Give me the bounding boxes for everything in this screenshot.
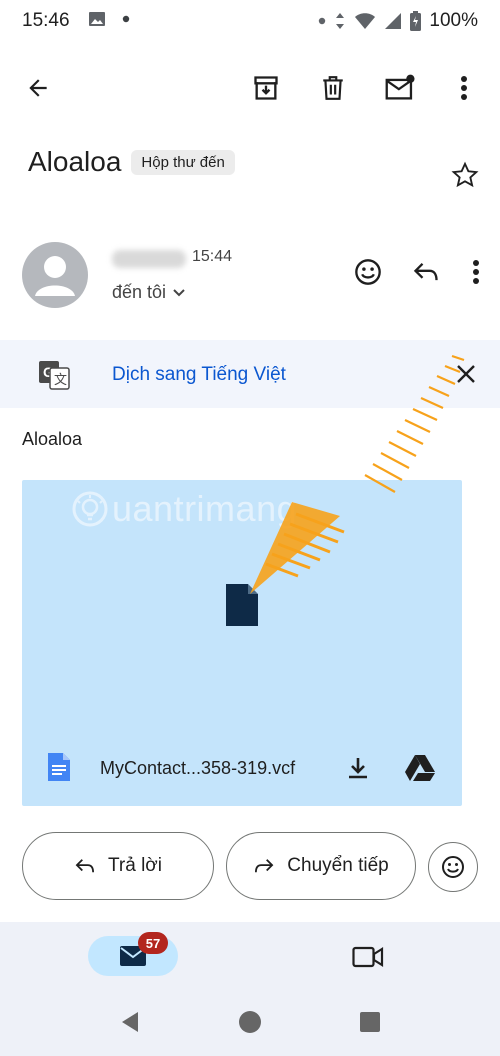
translate-close-button[interactable] [448, 356, 484, 392]
sender-more-button[interactable] [466, 254, 486, 290]
more-vert-icon [473, 260, 479, 284]
unread-count-badge: 57 [138, 932, 168, 954]
data-transfer-icon [336, 13, 345, 29]
translate-icon: G文 [39, 361, 70, 390]
system-back-icon[interactable] [118, 1010, 142, 1034]
mark-unread-button[interactable] [380, 68, 420, 108]
add-reaction-button[interactable] [350, 254, 386, 290]
recipient-text: đến tôi [112, 282, 167, 302]
sender-name-redacted [112, 250, 186, 268]
watermark-text: uantrimang [112, 488, 298, 529]
back-button[interactable] [18, 68, 58, 108]
document-file-icon [48, 753, 70, 781]
more-options-button[interactable] [444, 68, 484, 108]
svg-text:文: 文 [54, 372, 67, 387]
emoji-icon [355, 259, 381, 285]
email-toolbar [0, 60, 500, 116]
delete-icon [323, 76, 343, 100]
reply-icon-button[interactable] [408, 254, 444, 290]
forward-button[interactable]: Chuyển tiếp [226, 832, 416, 900]
recipient-details-toggle[interactable]: đến tôi [112, 282, 186, 303]
reply-button[interactable]: Trả lời [22, 832, 214, 900]
close-icon [457, 365, 475, 383]
delete-button[interactable] [313, 68, 353, 108]
reply-icon [413, 263, 438, 281]
subject-row: Aloaloa Hộp thư đến [28, 146, 235, 178]
star-outline-icon [451, 161, 479, 188]
signal-icon [385, 13, 402, 29]
email-body: Aloaloa [22, 429, 83, 449]
gallery-notification-icon [89, 12, 105, 26]
status-time: 15:46 [22, 10, 70, 31]
attachment-card[interactable]: uantrimang MyContact...358-319.vcf [22, 480, 462, 806]
save-to-drive-button[interactable] [402, 750, 438, 786]
watermark-bulb-icon [72, 491, 108, 527]
attachment-filename: MyContact...358-319.vcf [100, 758, 296, 778]
reply-actions-row: Trả lời Chuyển tiếp [0, 830, 500, 902]
mark-unread-icon [385, 74, 415, 100]
file-preview-icon [226, 584, 258, 626]
forward-icon [255, 859, 274, 873]
status-right-icons: 100% [318, 10, 478, 32]
nav-meet-tab[interactable] [348, 940, 388, 974]
person-icon [35, 256, 75, 296]
battery-icon [410, 11, 422, 31]
watermark: uantrimang [70, 488, 297, 530]
translate-link[interactable]: Dịch sang Tiếng Việt [112, 364, 286, 386]
attachment-footer: MyContact...358-319.vcf [22, 742, 462, 796]
react-emoji-button[interactable] [428, 842, 478, 892]
sender-actions [350, 254, 486, 290]
star-button[interactable] [448, 158, 482, 192]
google-drive-icon [405, 755, 435, 781]
reply-icon [75, 859, 94, 873]
download-icon [349, 758, 367, 779]
email-subject: Aloaloa [28, 146, 122, 177]
download-button[interactable] [340, 750, 376, 786]
battery-percent: 100% [429, 10, 478, 31]
sender-avatar[interactable] [22, 242, 88, 308]
forward-label: Chuyển tiếp [287, 855, 389, 876]
emoji-icon [442, 856, 464, 878]
back-arrow-icon [29, 79, 47, 97]
sender-time: 15:44 [192, 248, 233, 265]
translate-banner: G文 Dịch sang Tiếng Việt [0, 340, 500, 408]
bottom-navigation: 57 [0, 922, 500, 1056]
inbox-label-chip[interactable]: Hộp thư đến [131, 149, 235, 175]
status-bar: 15:46 100% [0, 0, 500, 44]
chevron-down-icon [173, 288, 185, 296]
archive-icon [254, 76, 278, 100]
system-navigation-bar [0, 1000, 500, 1044]
reply-label: Trả lời [108, 855, 162, 876]
system-recents-icon[interactable] [358, 1010, 382, 1034]
more-vert-icon [461, 76, 467, 100]
video-camera-icon [352, 946, 384, 968]
dot-notification-icon [122, 15, 130, 23]
system-home-icon[interactable] [238, 1010, 262, 1034]
do-not-disturb-dot-icon [319, 17, 326, 25]
sender-row: 15:44 đến tôi [0, 236, 500, 316]
wifi-icon [355, 13, 376, 29]
archive-button[interactable] [246, 68, 286, 108]
status-notification-icons [88, 10, 130, 28]
